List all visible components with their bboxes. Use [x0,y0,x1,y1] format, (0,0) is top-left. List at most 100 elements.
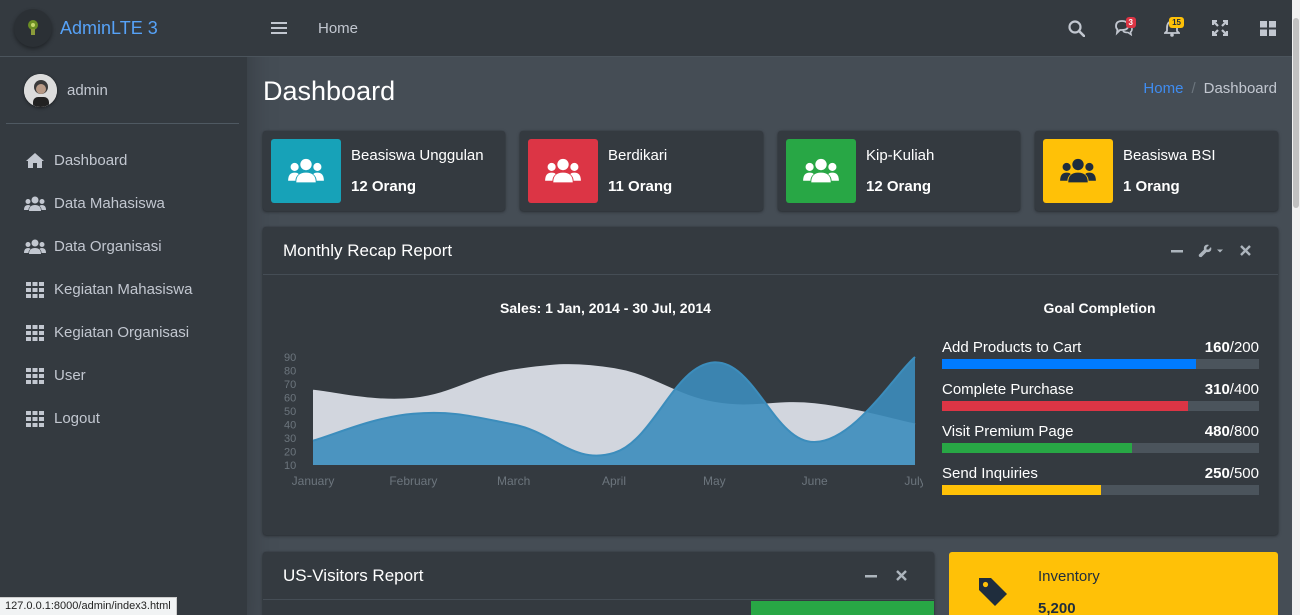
info-box-kip-kuliah: Kip-Kuliah 12 Orang [778,131,1020,211]
minus-icon [1171,249,1183,252]
y-tick-label: 30 [284,433,296,445]
users-icon [24,237,46,257]
sidebar-item-dashboard[interactable]: Dashboard [0,139,247,182]
notifications-button[interactable]: 15 [1148,0,1196,57]
close-icon [1239,245,1251,256]
y-tick-label: 80 [284,366,296,378]
card-tools [858,563,914,589]
info-box-number: 12 Orang [351,178,417,195]
info-box-berdikari: Berdikari 11 Orang [520,131,763,211]
progress-bar-fill [942,443,1133,453]
page-title: Dashboard [263,76,396,106]
chart-title: Sales: 1 Jan, 2014 - 30 Jul, 2014 [500,300,711,316]
sidebar-item-label: Kegiatan Organisasi [54,324,190,341]
progress-bar-fill [942,359,1196,369]
goal-value: 310 [1204,381,1230,398]
home-icon [24,151,46,171]
info-box-label: Beasiswa BSI [1123,147,1216,164]
x-tick-label: June [802,474,828,488]
card-title: US-Visitors Report [283,565,424,585]
progress-bar [942,485,1259,495]
th-large-icon [1260,20,1276,36]
goal-total: /400 [1229,381,1259,398]
progress-bar-fill [942,401,1188,411]
users-icon [786,139,856,203]
progress-bar [942,443,1259,453]
breadcrumb-current: Dashboard [1203,80,1277,97]
fullscreen-button[interactable] [1196,0,1244,57]
sidebar-item-kegiatan-organisasi[interactable]: Kegiatan Organisasi [0,311,247,354]
goal-item: Send Inquiries 250/500 [942,465,1259,495]
x-tick-label: May [703,474,726,488]
x-tick-label: July [904,474,923,488]
goal-value: 480 [1204,423,1230,440]
inventory-value: 5,200 [1038,600,1076,615]
sidebar-item-logout[interactable]: Logout [0,397,247,440]
info-box-beasiswa-bsi: Beasiswa BSI 1 Orang [1035,131,1278,211]
breadcrumb: Home / Dashboard [1143,80,1277,97]
expand-icon [1212,20,1228,36]
sidebar-item-label: Kegiatan Mahasiswa [54,281,193,298]
user-panel[interactable]: admin [6,57,239,124]
sidebar-item-label: User [54,367,86,384]
monthly-recap-card: Monthly Recap Report Sales: 1 Jan, 2014 … [263,227,1278,535]
goal-value: 250 [1204,465,1230,482]
messages-button[interactable]: 3 [1100,0,1148,57]
y-tick-label: 10 [284,460,296,472]
sidebar-nav: Dashboard Data Mahasiswa Data Organisasi… [0,124,247,440]
info-box-number: 12 Orang [866,178,932,195]
goal-completion-title: Goal Completion [1043,300,1156,316]
avatar [24,73,57,107]
y-tick-label: 60 [284,393,296,405]
x-tick-label: January [292,474,335,488]
collapse-button[interactable] [858,563,884,589]
users-icon [1043,139,1113,203]
card-header: US-Visitors Report [263,552,934,600]
sidebar-item-user[interactable]: User [0,354,247,397]
sidebar-item-label: Dashboard [54,152,128,169]
page-scrollbar[interactable] [1292,0,1300,615]
wrench-icon [1198,244,1212,257]
sidebar-item-data-organisasi[interactable]: Data Organisasi [0,225,247,268]
y-tick-label: 20 [284,447,296,459]
breadcrumb-separator: / [1191,80,1196,97]
grid-icon [24,323,46,343]
visitors-stats-panel [751,601,934,615]
x-tick-label: April [602,474,626,488]
goal-item: Visit Premium Page 480/800 [942,423,1259,453]
user-name: admin [67,81,108,99]
menu-toggle-icon[interactable] [271,19,287,37]
users-icon [271,139,341,203]
x-tick-label: March [497,474,530,488]
y-tick-label: 40 [284,420,296,432]
sidebar-item-kegiatan-mahasiswa[interactable]: Kegiatan Mahasiswa [0,268,247,311]
sidebar-item-data-mahasiswa[interactable]: Data Mahasiswa [0,182,247,225]
status-bar-url: 127.0.0.1:8000/admin/index3.html [0,597,177,615]
close-icon [895,570,907,581]
users-icon [528,139,598,203]
collapse-button[interactable] [1164,238,1190,264]
sales-chart: 1020 3040 5060 7080 90 January February March Ap… [284,352,923,488]
top-right-tools: 3 15 [1052,0,1292,57]
goal-item: Complete Purchase 310/400 [942,381,1259,411]
top-home-link[interactable]: Home [318,20,358,37]
search-button[interactable] [1052,0,1100,57]
brand-link[interactable]: AdminLTE 3 [0,0,247,57]
y-tick-label: 90 [284,352,296,364]
breadcrumb-home-link[interactable]: Home [1143,80,1183,97]
card-tools [1164,238,1258,264]
x-tick-label: February [389,474,437,488]
remove-button[interactable] [888,563,914,589]
y-tick-label: 50 [284,406,296,418]
y-tick-label: 70 [284,379,296,391]
page-scrollbar-thumb[interactable] [1293,18,1299,208]
grid-icon [24,280,46,300]
settings-dropdown-button[interactable] [1194,238,1228,264]
info-box-label: Berdikari [608,147,668,164]
remove-button[interactable] [1232,238,1258,264]
control-sidebar-button[interactable] [1244,0,1292,57]
card-title: Monthly Recap Report [283,240,453,260]
info-box-label: Kip-Kuliah [866,147,935,164]
goal-value: 160 [1204,339,1230,356]
grid-icon [24,409,46,429]
